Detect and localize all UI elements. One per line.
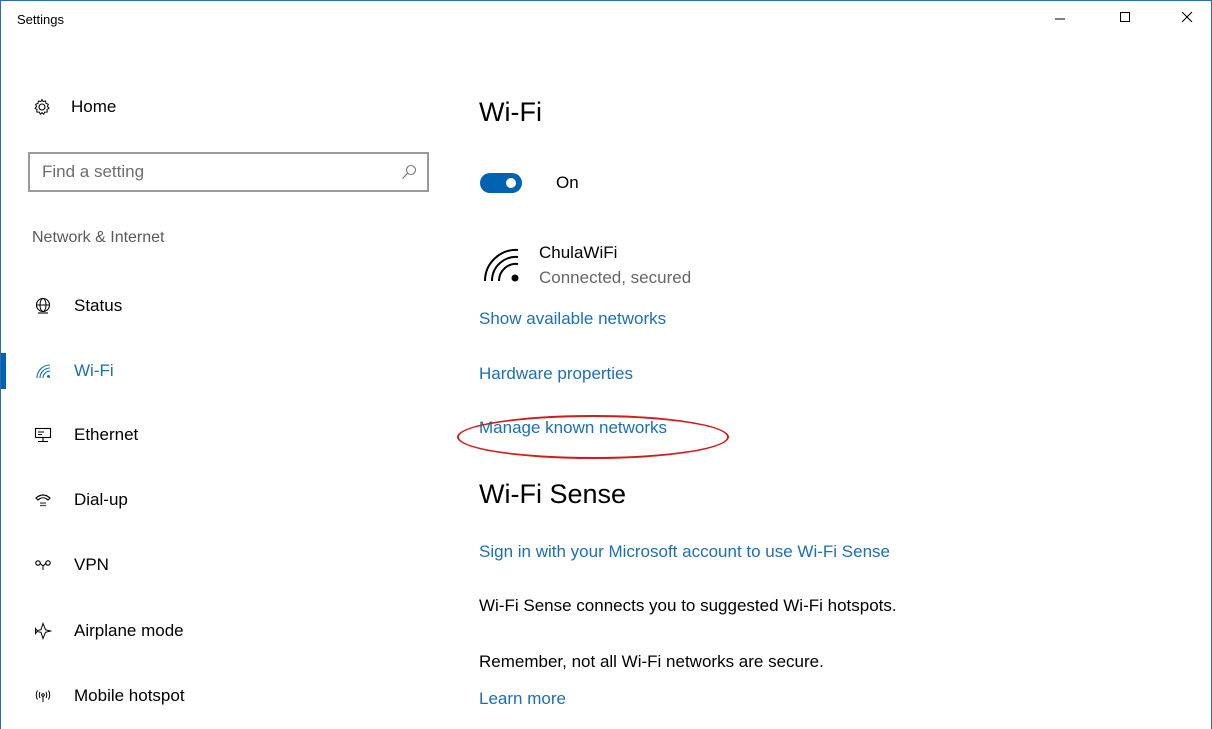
close-button[interactable] bbox=[1164, 1, 1210, 33]
minimize-icon bbox=[1055, 18, 1065, 20]
wifi-sense-description: Wi-Fi Sense connects you to suggested Wi… bbox=[479, 596, 897, 615]
sidebar-item-label: Airplane mode bbox=[74, 621, 184, 640]
security-note: Remember, not all Wi-Fi networks are sec… bbox=[479, 652, 824, 671]
maximize-icon bbox=[1120, 12, 1130, 22]
sidebar-item-label: VPN bbox=[74, 555, 109, 574]
minimize-button[interactable] bbox=[1037, 1, 1083, 33]
home-nav-item[interactable]: Home bbox=[33, 95, 116, 119]
close-icon bbox=[1181, 11, 1193, 23]
sidebar-item-label: Mobile hotspot bbox=[74, 686, 185, 705]
sidebar-item-wifi[interactable]: Wi-Fi bbox=[1, 351, 441, 391]
search-box[interactable]: Find a setting bbox=[28, 152, 429, 192]
active-indicator bbox=[1, 353, 6, 389]
highlight-circle bbox=[457, 415, 729, 459]
globe-icon bbox=[33, 296, 53, 316]
wifi-sense-heading: Wi-Fi Sense bbox=[479, 479, 627, 509]
sidebar-item-dialup[interactable]: Dial-up bbox=[1, 480, 441, 520]
wifi-icon bbox=[33, 361, 53, 381]
main-content: Wi-Fi On ChulaWiFi Connected, secured Sh… bbox=[457, 33, 1209, 729]
sidebar-item-airplane-mode[interactable]: Airplane mode bbox=[1, 611, 441, 651]
sidebar-item-label: Dial-up bbox=[74, 490, 128, 509]
dialup-icon bbox=[33, 490, 53, 510]
gear-icon bbox=[34, 98, 50, 116]
wifi-toggle-label: On bbox=[556, 173, 579, 192]
home-label: Home bbox=[71, 97, 117, 116]
network-status: Connected, secured bbox=[539, 268, 692, 287]
window-title: Settings bbox=[17, 12, 64, 27]
search-placeholder: Find a setting bbox=[42, 162, 145, 181]
sidebar-item-mobile-hotspot[interactable]: Mobile hotspot bbox=[1, 676, 441, 716]
airplane-icon bbox=[33, 621, 53, 641]
sidebar-item-ethernet[interactable]: Ethernet bbox=[1, 415, 441, 455]
show-available-networks-link[interactable]: Show available networks bbox=[479, 309, 666, 329]
sidebar-item-vpn[interactable]: VPN bbox=[1, 545, 441, 585]
maximize-button[interactable] bbox=[1102, 1, 1148, 33]
sidebar: Home Find a setting Network & Internet S… bbox=[1, 33, 451, 729]
sidebar-item-label: Status bbox=[74, 296, 123, 315]
wifi-sense-signin-link[interactable]: Sign in with your Microsoft account to u… bbox=[479, 542, 890, 562]
search-icon[interactable] bbox=[401, 164, 417, 180]
toggle-knob bbox=[506, 178, 516, 188]
learn-more-link[interactable]: Learn more bbox=[479, 689, 566, 709]
sidebar-item-status[interactable]: Status bbox=[1, 286, 441, 326]
connected-network[interactable]: ChulaWiFi Connected, secured bbox=[479, 237, 879, 287]
network-name: ChulaWiFi bbox=[539, 243, 618, 262]
sidebar-item-label: Ethernet bbox=[74, 425, 139, 444]
hotspot-icon bbox=[33, 686, 53, 706]
ethernet-icon bbox=[33, 425, 53, 445]
category-label: Network & Internet bbox=[32, 229, 165, 246]
settings-window: Settings Home Find a setting Network & I… bbox=[0, 0, 1212, 729]
page-title: Wi-Fi bbox=[479, 97, 542, 127]
vpn-icon bbox=[33, 555, 53, 575]
wifi-toggle[interactable] bbox=[480, 173, 522, 193]
wifi-signal-icon bbox=[483, 248, 519, 282]
hardware-properties-link[interactable]: Hardware properties bbox=[479, 364, 633, 384]
sidebar-item-label: Wi-Fi bbox=[74, 361, 114, 380]
title-bar: Settings bbox=[1, 1, 1211, 33]
